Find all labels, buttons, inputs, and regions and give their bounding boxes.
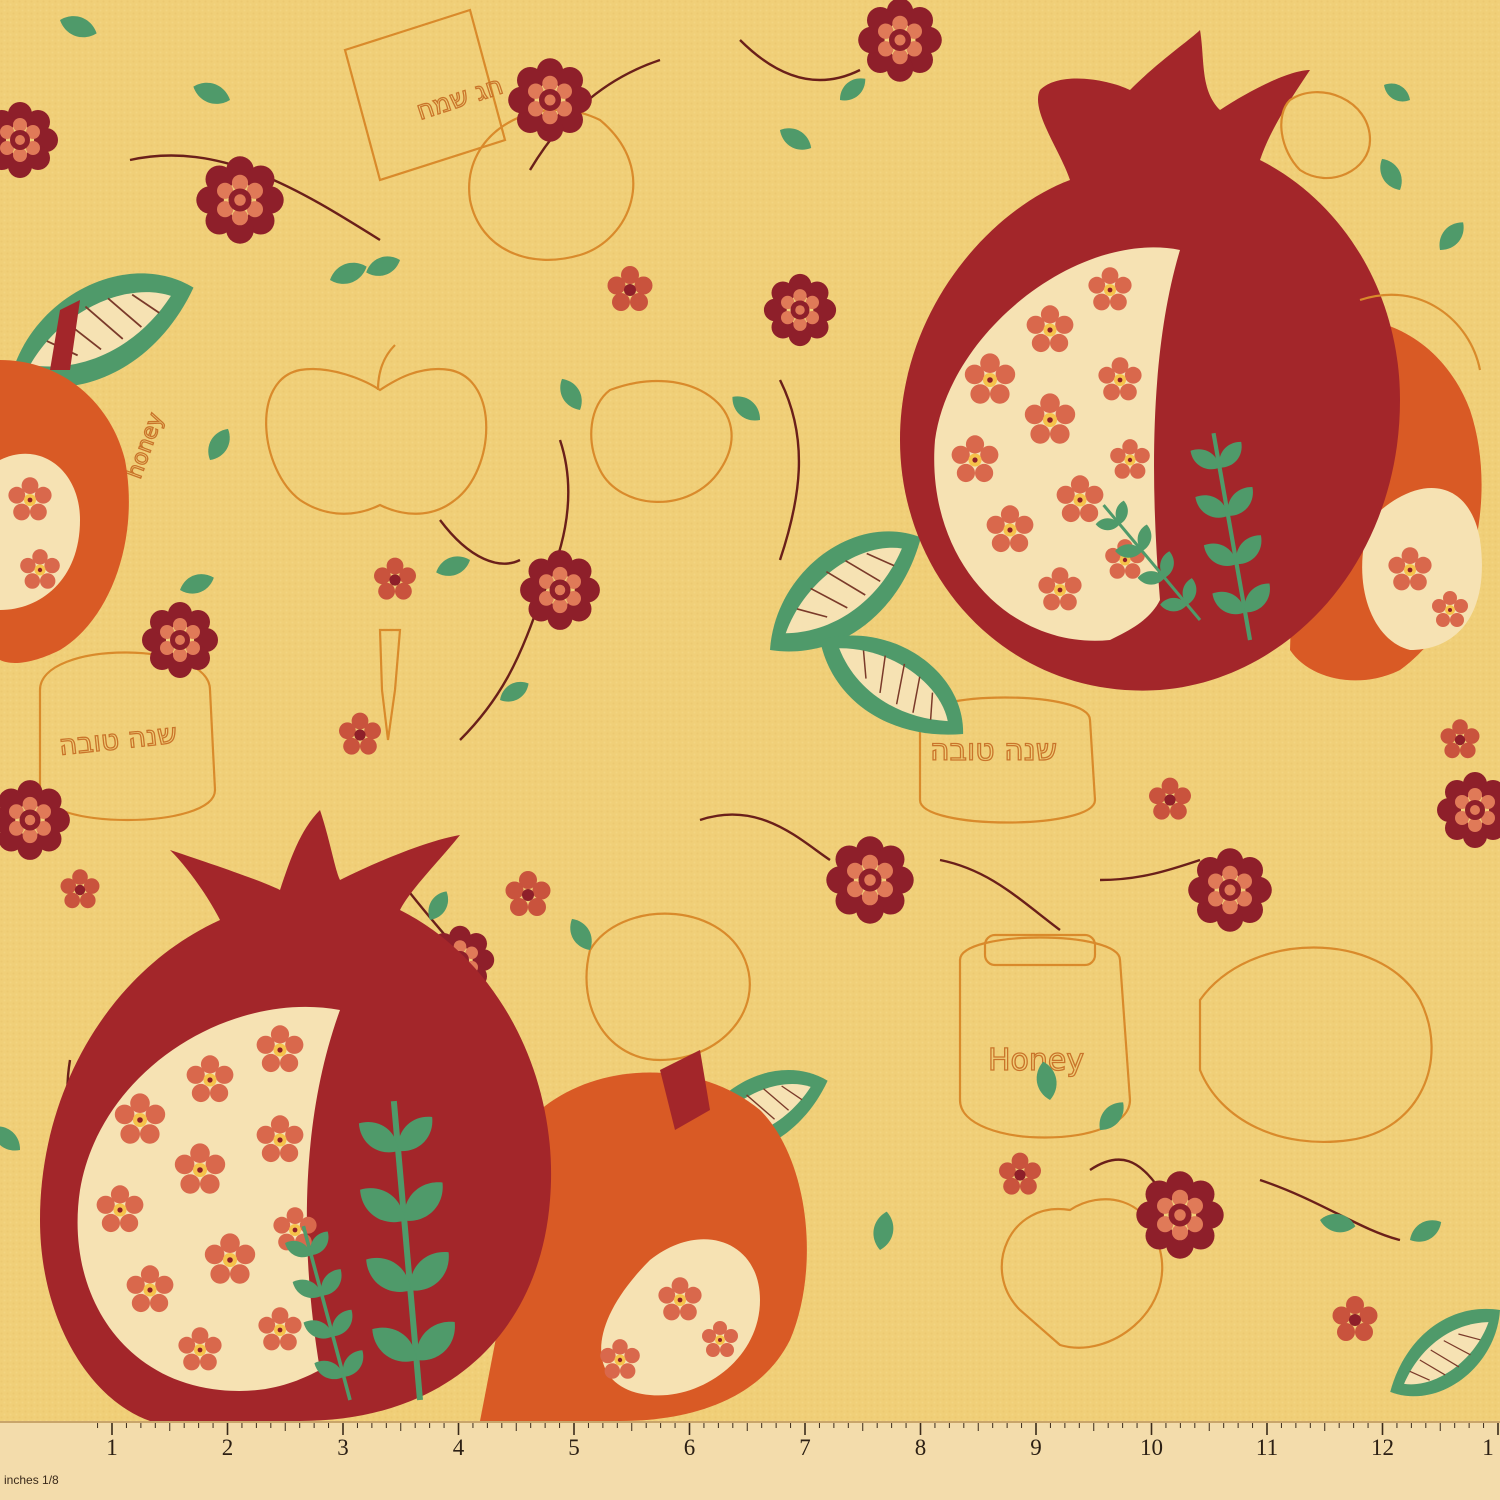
- ruler-number: 5: [568, 1435, 580, 1460]
- ruler-number: 11: [1255, 1435, 1279, 1460]
- ruler-number: 2: [221, 1435, 234, 1460]
- ruler-number: 6: [683, 1435, 696, 1460]
- hebrew-greeting-3: שנה טובה: [930, 733, 1057, 768]
- ruler-number: 3: [337, 1435, 349, 1460]
- ruler-number: 7: [799, 1435, 811, 1460]
- ruler-unit-label: inches 1/8: [4, 1473, 59, 1487]
- ruler-number: 9: [1030, 1435, 1042, 1460]
- ruler-number: 4: [452, 1435, 465, 1460]
- ruler-number: 8: [914, 1435, 927, 1460]
- measuring-ruler: inches 1/8 1 2 3 4 5 6 7 8 9 10 11 12 1: [0, 1421, 1500, 1500]
- ruler-number: 12: [1371, 1435, 1394, 1460]
- ruler-number: 1: [106, 1435, 118, 1460]
- ruler-number: 1: [1482, 1435, 1494, 1460]
- fabric-pattern: חג שמח שנה טובה שנה טובה honey Honey: [0, 0, 1500, 1421]
- honey-label-lower: Honey: [988, 1043, 1084, 1078]
- ruler-number: 10: [1140, 1435, 1163, 1460]
- fabric-swatch: חג שמח שנה טובה שנה טובה honey Honey inc…: [0, 0, 1500, 1500]
